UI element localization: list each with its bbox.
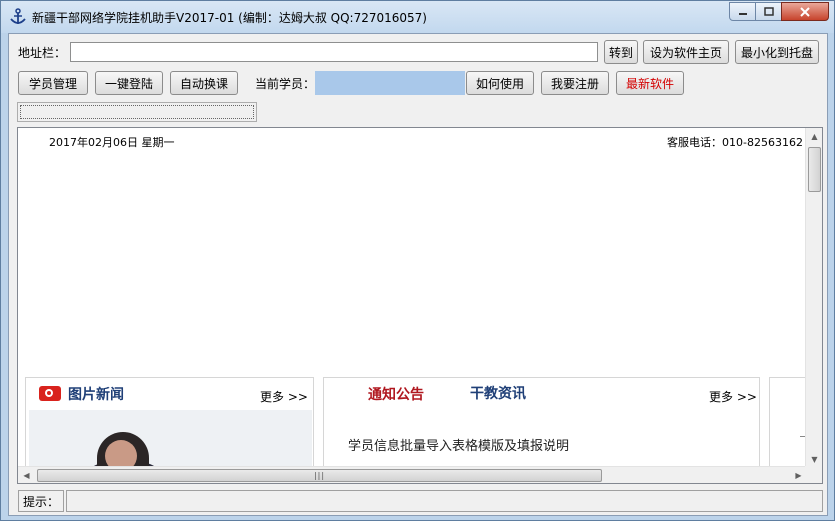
tab-cadre-news[interactable]: 干教资讯 (470, 383, 526, 403)
current-student-label: 当前学员： (255, 77, 316, 91)
main-window: 新疆干部网络学院挂机助手V2017-01 (编制：达姆大叔 QQ:7270160… (0, 0, 835, 521)
notice-panel: 通知公告 干教资讯 更多 >> 学员信息批量导入表格模版及填报说明 (323, 377, 760, 472)
current-student-field[interactable] (315, 71, 465, 95)
vertical-scroll-thumb[interactable] (808, 147, 821, 192)
address-input[interactable] (70, 42, 598, 62)
horizontal-scroll-thumb[interactable]: ||| (37, 469, 602, 482)
picture-news-title: 图片新闻 (68, 387, 124, 403)
student-manage-button[interactable]: 学员管理 (18, 71, 88, 95)
close-icon (800, 6, 810, 17)
client-area: 地址栏： 转到 设为软件主页 最小化到托盘 学员管理 一键登陆 自动换课 当前学… (8, 33, 828, 516)
scroll-left-icon[interactable]: ◀ (18, 467, 35, 483)
maximize-icon (763, 7, 774, 16)
date-text: 2017年02月06日 星期一 (49, 136, 175, 149)
register-button[interactable]: 我要注册 (541, 71, 609, 95)
window-controls (729, 2, 829, 21)
grip-icon: ||| (313, 471, 326, 480)
how-to-use-button[interactable]: 如何使用 (466, 71, 534, 95)
minimize-icon (738, 12, 747, 15)
auto-switch-course-button[interactable]: 自动换课 (170, 71, 238, 95)
notice-more-link[interactable]: 更多 >> (709, 388, 757, 405)
picture-news-panel: 图片新闻 更多 >> (25, 377, 314, 472)
minimize-button[interactable] (729, 2, 756, 21)
address-label: 地址栏： (18, 46, 67, 60)
progress-focus-rect (20, 105, 254, 119)
maximize-button[interactable] (755, 2, 782, 21)
news-photo[interactable] (29, 410, 312, 470)
web-browser-view[interactable]: 2017年02月06日 星期一 客服电话：010-82563162 图片新闻 更… (17, 127, 823, 484)
camera-icon (39, 386, 61, 401)
anchor-icon (10, 8, 26, 24)
minimize-to-tray-button[interactable]: 最小化到托盘 (735, 40, 819, 64)
close-button[interactable] (781, 2, 829, 21)
set-home-button[interactable]: 设为软件主页 (643, 40, 729, 64)
service-phone-text: 客服电话：010-82563162 (667, 136, 803, 149)
notice-list-item[interactable]: 学员信息批量导入表格模版及填报说明 (348, 435, 569, 454)
latest-software-button[interactable]: 最新软件 (616, 71, 684, 95)
title-bar[interactable]: 新疆干部网络学院挂机助手V2017-01 (编制：达姆大叔 QQ:7270160… (1, 1, 834, 33)
go-button[interactable]: 转到 (604, 40, 638, 64)
picture-news-more-link[interactable]: 更多 >> (260, 388, 308, 405)
status-label: 提示： (18, 490, 64, 512)
horizontal-scrollbar[interactable]: ◀ ||| ▶ (18, 466, 807, 483)
right-panel (769, 377, 809, 472)
scroll-up-icon[interactable]: ▲ (806, 128, 822, 145)
scrollbar-corner (805, 466, 822, 483)
progress-bar (17, 102, 257, 122)
one-click-login-button[interactable]: 一键登陆 (95, 71, 163, 95)
tab-notice[interactable]: 通知公告 (368, 384, 424, 404)
vertical-scrollbar[interactable]: ▲ ▼ (805, 128, 822, 468)
window-title: 新疆干部网络学院挂机助手V2017-01 (编制：达姆大叔 QQ:7270160… (32, 11, 427, 25)
status-field (66, 490, 823, 512)
